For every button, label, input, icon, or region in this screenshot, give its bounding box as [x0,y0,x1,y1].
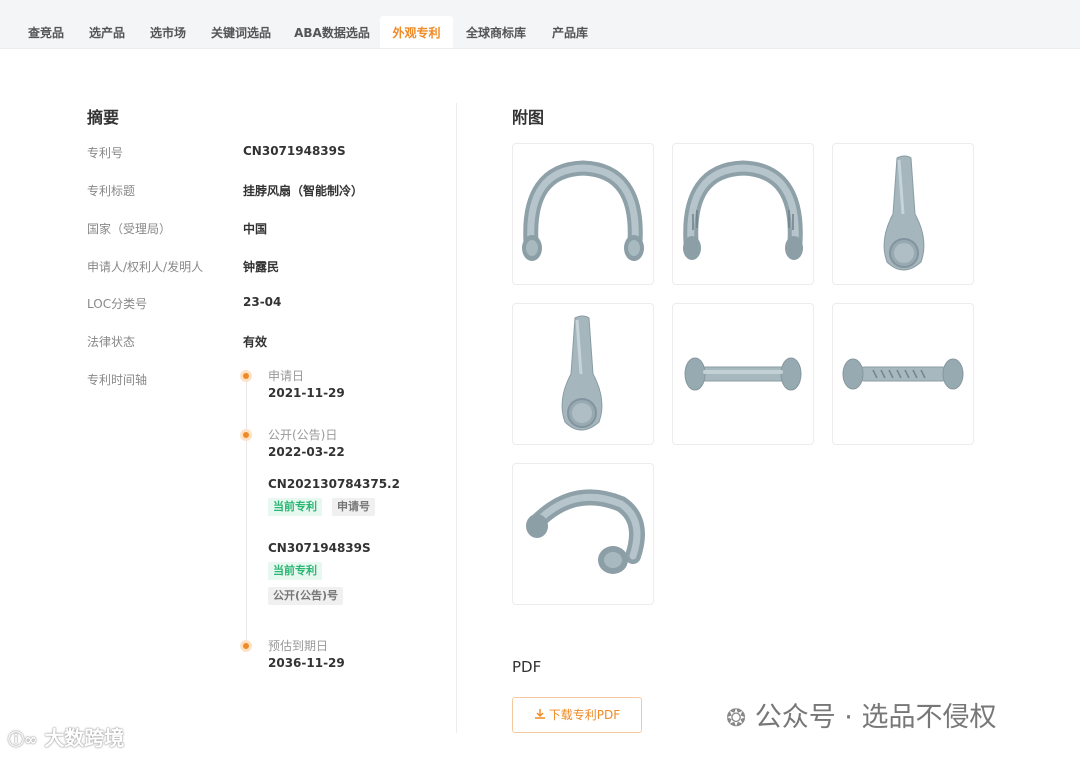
current-patent-badge: 当前专利 [268,498,322,516]
wechat-logo-icon: ❂ [726,704,747,732]
figure-image-3[interactable] [832,143,974,285]
timeline-dot [240,370,252,382]
tab-global-trademark[interactable]: 全球商标库 [459,16,533,48]
tab-design-patent[interactable]: 外观专利 [380,16,453,48]
timeline-line [246,380,247,645]
watermark-left: ⓘ∞ 大数跨境 [8,722,124,751]
neck-fan-front-view-icon [522,160,644,261]
field-value-loc-class: 23-04 [243,295,282,309]
tab-aba-data[interactable]: ABA数据选品 [289,16,375,48]
neck-fan-back-view-icon [683,160,803,260]
expiry-date: 2036-11-29 [268,656,345,670]
watermark-left-text: 大数跨境 [44,726,125,750]
publication-number-badge: 公开(公告)号 [268,587,344,605]
field-value-legal-status: 有效 [243,335,268,349]
expiry-date-label: 预估到期日 [268,639,329,653]
weibo-logo-icon: ⓘ∞ [8,730,38,749]
figure-image-2[interactable] [672,143,814,285]
summary-title: 摘要 [87,108,120,127]
pdf-title: PDF [512,658,542,676]
field-label-loc-class: LOC分类号 [87,297,148,311]
figure-image-1[interactable] [512,143,654,285]
figure-image-6[interactable] [832,303,974,445]
field-value-applicant: 钟露民 [243,260,280,274]
download-icon [534,709,545,719]
timeline-dot [240,429,252,441]
field-label-patent-title: 专利标题 [87,184,136,198]
tab-keyword-selection[interactable]: 关键词选品 [203,16,279,48]
tab-competitors[interactable]: 查竞品 [18,16,74,48]
field-label-applicant: 申请人/权利人/发明人 [87,260,204,274]
publication-date-label: 公开(公告)日 [268,428,338,442]
figure-image-7[interactable] [512,463,654,605]
neck-fan-top-view-icon [684,357,802,391]
application-date-label: 申请日 [268,369,305,383]
watermark-right-text: 公众号 · 选品不侵权 [754,702,997,733]
field-value-patent-title: 挂脖风扇（智能制冷） [243,184,364,198]
field-value-country: 中国 [243,222,268,236]
application-number[interactable]: CN202130784375.2 [268,477,400,491]
column-divider [456,103,457,733]
top-nav: 查竞品 选产品 选市场 关键词选品 ABA数据选品 外观专利 全球商标库 产品库 [0,0,1080,49]
field-value-patent-number: CN307194839S [243,144,346,158]
neck-fan-bottom-view-icon [842,358,964,390]
field-label-patent-number: 专利号 [87,146,124,160]
timeline-dot [240,640,252,652]
current-patent-badge: 当前专利 [268,562,322,580]
tab-select-product[interactable]: 选产品 [80,16,134,48]
neck-fan-side-view-icon [883,155,925,271]
watermark-right: ❂ 公众号 · 选品不侵权 [726,695,996,734]
field-label-country: 国家（受理局） [87,222,172,236]
publication-number[interactable]: CN307194839S [268,541,371,555]
application-date: 2021-11-29 [268,386,345,400]
neck-fan-side-view-icon [561,315,603,431]
download-pdf-label: 下载专利PDF [548,708,621,722]
tab-select-market[interactable]: 选市场 [141,16,195,48]
figures-title: 附图 [512,108,545,127]
tab-product-library[interactable]: 产品库 [543,16,597,48]
figure-image-5[interactable] [672,303,814,445]
publication-date: 2022-03-22 [268,445,345,459]
neck-fan-perspective-view-icon [526,489,645,574]
figure-image-4[interactable] [512,303,654,445]
application-number-badge: 申请号 [332,498,375,516]
field-label-legal-status: 法律状态 [87,335,136,349]
timeline-label: 专利时间轴 [87,373,148,387]
download-pdf-button[interactable]: 下载专利PDF [512,697,642,733]
